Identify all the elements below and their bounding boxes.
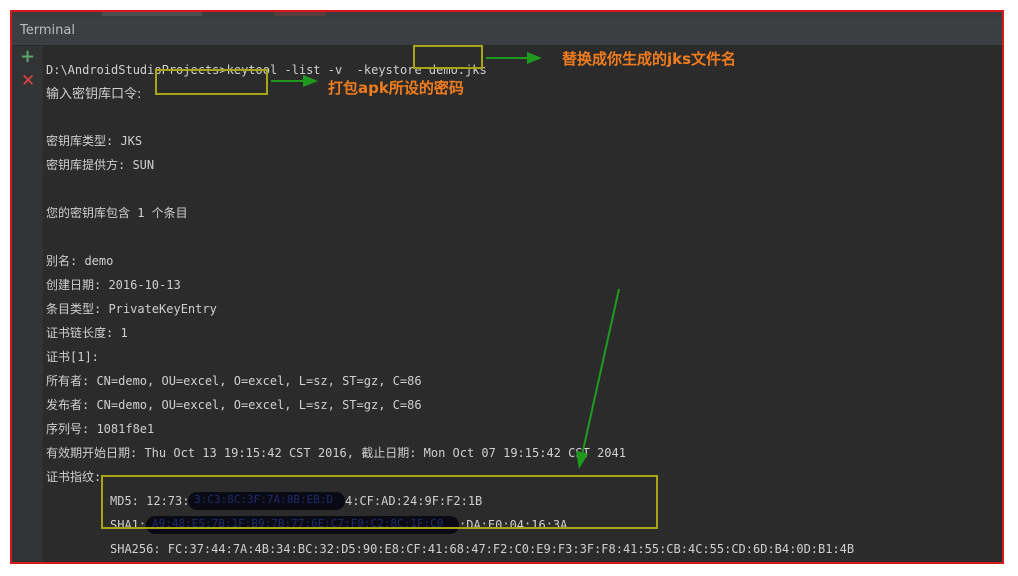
terminal-title: Terminal bbox=[20, 23, 75, 38]
jks-filename-highlight bbox=[413, 45, 483, 69]
password-prompt: 输入密钥库口令: bbox=[46, 86, 141, 103]
keystore-count: 您的密钥库包含 1 个条目 bbox=[46, 206, 188, 220]
cert-line: 证书[1]: bbox=[46, 350, 99, 364]
annotation-replace-jks: 替换成你生成的jks文件名 bbox=[562, 50, 737, 68]
serial-line: 序列号: 1081f8e1 bbox=[46, 422, 155, 436]
keystore-provider: 密钥库提供方: SUN bbox=[46, 158, 155, 172]
validity-line: 有效期开始日期: Thu Oct 13 19:15:42 CST 2016, 截… bbox=[46, 446, 626, 460]
entry-type-line: 条目类型: PrivateKeyEntry bbox=[46, 302, 217, 316]
password-prompt-label: 输入密钥库口令: bbox=[46, 87, 142, 102]
fingerprint-highlight bbox=[101, 475, 658, 529]
annotation-apk-password: 打包apk所设的密码 bbox=[328, 79, 464, 97]
sha256-line: SHA256: FC:37:44:7A:4B:34:BC:32:D5:90:E8… bbox=[110, 542, 855, 556]
created-line: 创建日期: 2016-10-13 bbox=[46, 278, 181, 292]
fingerprints-label: 证书指纹: bbox=[46, 470, 102, 484]
keystore-type: 密钥库类型: JKS bbox=[46, 134, 143, 148]
top-tab[interactable] bbox=[274, 12, 326, 16]
terminal-gutter bbox=[12, 46, 44, 562]
owner-line: 所有者: CN=demo, OU=excel, O=excel, L=sz, S… bbox=[46, 374, 422, 388]
top-tab[interactable] bbox=[102, 12, 202, 16]
terminal-title-bar: Terminal bbox=[12, 18, 1002, 46]
close-session-x-icon[interactable]: ✕ bbox=[21, 72, 35, 90]
password-input-highlight bbox=[155, 69, 268, 95]
chain-length-line: 证书链长度: 1 bbox=[46, 326, 128, 340]
new-session-plus-icon[interactable]: + bbox=[20, 48, 35, 66]
issuer-line: 发布者: CN=demo, OU=excel, O=excel, L=sz, S… bbox=[46, 398, 422, 412]
alias-line: 别名: demo bbox=[46, 254, 114, 268]
screenshot: { "panel": { "title": "Terminal" }, "col… bbox=[0, 0, 1018, 576]
